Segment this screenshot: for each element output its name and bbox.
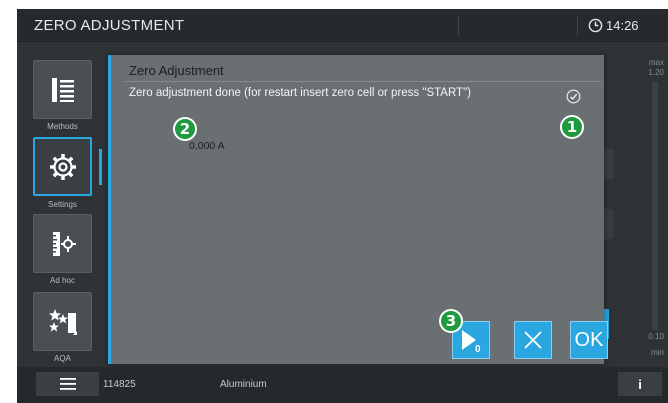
scale-top-value: 1.20 xyxy=(648,68,664,77)
scale-bottom-value: 0.10 xyxy=(648,332,664,341)
menu-button[interactable] xyxy=(36,372,99,396)
sidebar-item-ad-hoc[interactable] xyxy=(33,214,92,273)
sidebar-item-label: Settings xyxy=(48,200,77,209)
gear-icon xyxy=(49,153,76,180)
ok-button[interactable]: OK xyxy=(570,321,608,359)
clock-icon xyxy=(588,18,603,33)
sample-id: 114825 xyxy=(103,379,136,390)
instrument-screen: ZERO ADJUSTMENT 14:26 Methods Settings A… xyxy=(17,9,668,403)
callout-marker-1: 1 xyxy=(560,115,584,139)
check-circle-icon xyxy=(566,89,581,104)
sidebar-nav: Methods Settings Ad hoc AQA xyxy=(17,42,107,367)
status-bar: 114825 Aluminium i xyxy=(17,367,668,403)
background-panel xyxy=(603,149,613,179)
clock-time: 14:26 xyxy=(606,18,639,33)
callout-marker-3: 3 xyxy=(439,309,463,333)
methods-icon xyxy=(51,77,74,102)
sidebar-item-label: AQA xyxy=(54,354,71,363)
start-zero-icon: 0 xyxy=(462,330,481,353)
screen-title: ZERO ADJUSTMENT xyxy=(34,17,185,34)
dialog-divider xyxy=(125,81,601,82)
active-indicator xyxy=(99,149,102,185)
sidebar-item-methods[interactable] xyxy=(33,60,92,119)
measured-value: 0,000 A xyxy=(189,140,225,152)
zero-adjustment-dialog: Zero Adjustment Zero adjustment done (fo… xyxy=(108,55,608,364)
header-separator xyxy=(458,16,459,36)
close-icon xyxy=(524,331,542,349)
header-bar: ZERO ADJUSTMENT 14:26 xyxy=(17,9,668,42)
scale-min-label: min xyxy=(651,348,664,357)
dialog-message: Zero adjustment done (for restart insert… xyxy=(129,87,471,99)
ad-hoc-icon xyxy=(52,231,76,256)
sidebar-item-aqa[interactable] xyxy=(33,292,92,351)
background-panel xyxy=(603,209,613,239)
header-separator xyxy=(577,16,578,36)
sidebar-item-settings[interactable] xyxy=(33,137,92,196)
ok-button-label: OK xyxy=(574,328,604,351)
scale-max-label: max xyxy=(648,58,664,67)
dialog-title: Zero Adjustment xyxy=(129,63,224,78)
info-button[interactable]: i xyxy=(618,372,662,396)
menu-icon xyxy=(59,378,76,390)
sidebar-item-label: Methods xyxy=(47,122,78,131)
scale-track xyxy=(652,82,658,330)
callout-marker-2: 2 xyxy=(173,117,197,141)
svg-text:0: 0 xyxy=(475,344,481,353)
cancel-button[interactable] xyxy=(514,321,552,359)
measurement-scale: max 1.20 0.10 min xyxy=(644,49,666,359)
aqa-icon xyxy=(48,308,77,335)
material-name: Aluminium xyxy=(220,379,267,390)
sidebar-item-label: Ad hoc xyxy=(50,276,75,285)
